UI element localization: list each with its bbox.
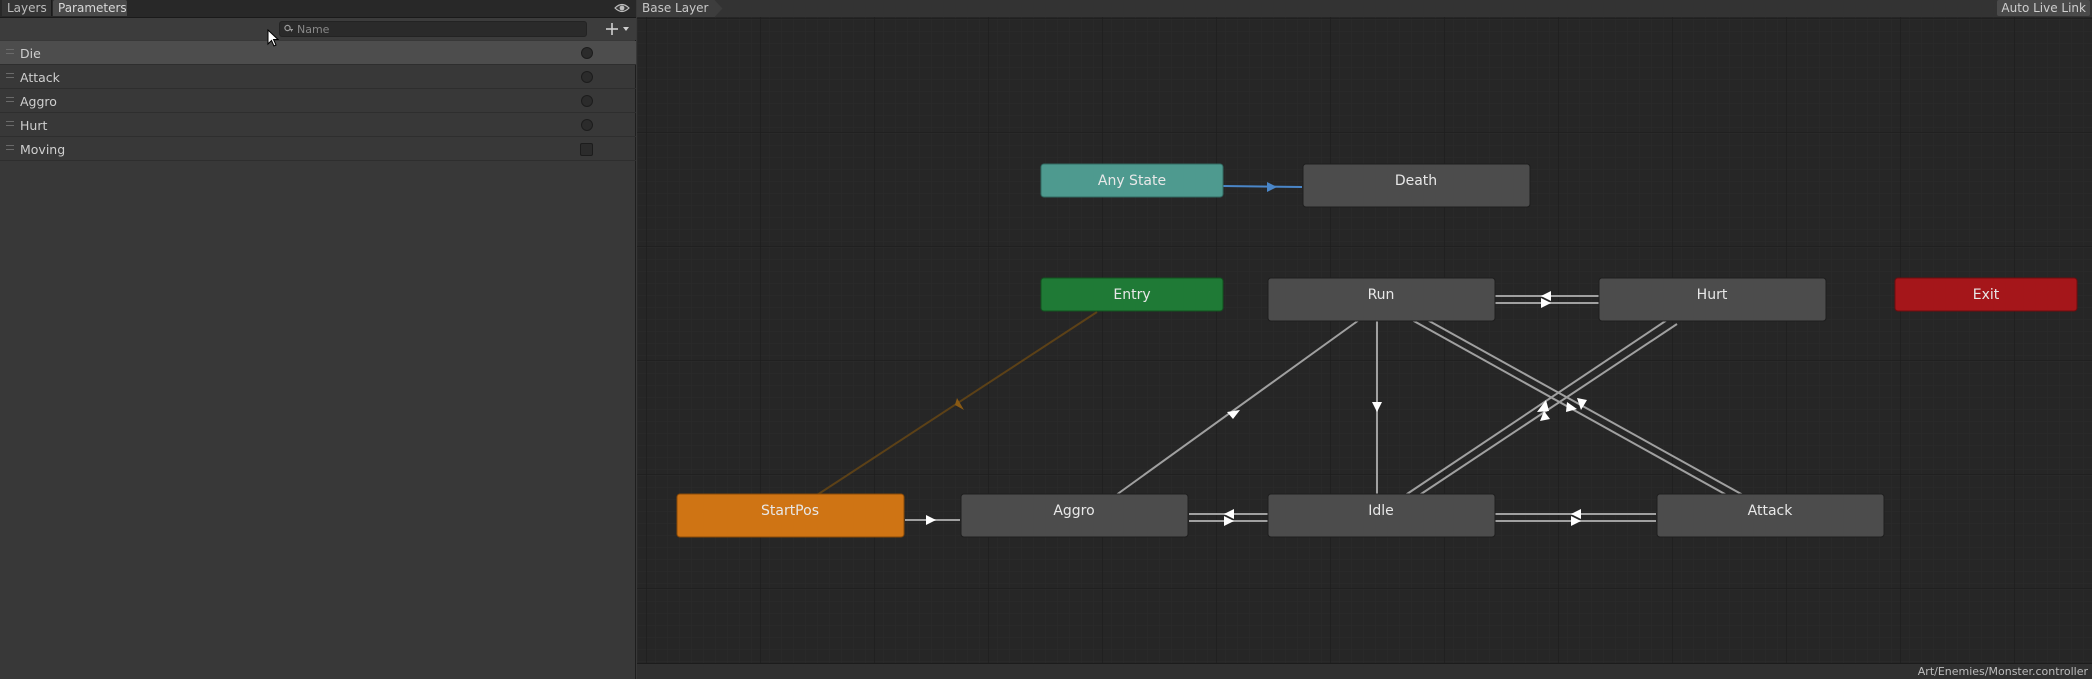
parameter-row-die[interactable]: Die <box>0 41 636 65</box>
trigger-toggle[interactable] <box>581 95 593 107</box>
auto-live-link-button[interactable]: Auto Live Link <box>1997 0 2090 16</box>
parameter-row-hurt[interactable]: Hurt <box>0 113 636 137</box>
state-label: Run <box>1368 287 1395 303</box>
parameter-toolbar <box>0 18 636 40</box>
parameter-list: Die Attack Aggro Hurt Moving <box>0 41 636 161</box>
state-death[interactable]: Death <box>1302 163 1531 208</box>
tab-layers[interactable]: Layers <box>2 0 52 16</box>
breadcrumb[interactable]: Base Layer <box>637 0 723 17</box>
state-aggro[interactable]: Aggro <box>960 493 1189 538</box>
parameter-name[interactable]: Attack <box>20 70 60 85</box>
parameter-row-moving[interactable]: Moving <box>0 137 636 161</box>
eye-icon[interactable] <box>614 1 630 15</box>
tab-parameters[interactable]: Parameters <box>53 0 127 16</box>
state-label: Attack <box>1748 503 1794 519</box>
state-hurt[interactable]: Hurt <box>1598 277 1827 322</box>
parameter-name[interactable]: Hurt <box>20 118 47 133</box>
state-run[interactable]: Run <box>1267 277 1496 322</box>
parameter-name[interactable]: Die <box>20 46 41 61</box>
state-label: Hurt <box>1697 287 1728 303</box>
state-label: Idle <box>1368 503 1394 519</box>
drag-handle-icon[interactable] <box>6 73 14 78</box>
parameter-name[interactable]: Aggro <box>20 94 57 109</box>
state-machine-canvas[interactable]: Any State Death Entry Run Hurt Exit Star… <box>637 17 2092 663</box>
asset-path: Art/Enemies/Monster.controller <box>1917 665 2088 678</box>
trigger-toggle[interactable] <box>581 119 593 131</box>
state-label: StartPos <box>761 503 819 519</box>
state-label: Exit <box>1973 287 2000 303</box>
panel-tab-strip: Layers Parameters <box>0 0 636 18</box>
mouse-cursor-icon <box>267 29 279 47</box>
graph-header: Base Layer Auto Live Link <box>637 0 2092 18</box>
parameter-row-attack[interactable]: Attack <box>0 65 636 89</box>
drag-handle-icon[interactable] <box>6 49 14 54</box>
state-label: Aggro <box>1053 503 1094 519</box>
parameter-name[interactable]: Moving <box>20 142 65 157</box>
parameters-panel: Layers Parameters Die A <box>0 0 636 679</box>
state-exit[interactable]: Exit <box>1894 277 2078 312</box>
bool-checkbox[interactable] <box>580 143 593 156</box>
search-icon <box>284 24 293 32</box>
state-any-state[interactable]: Any State <box>1040 163 1224 198</box>
graph-footer: Art/Enemies/Monster.controller <box>637 663 2092 679</box>
search-field[interactable] <box>279 21 587 37</box>
search-input[interactable] <box>297 22 582 36</box>
state-entry[interactable]: Entry <box>1040 277 1224 312</box>
state-label: Death <box>1395 173 1437 189</box>
state-idle[interactable]: Idle <box>1267 493 1496 538</box>
state-startpos[interactable]: StartPos <box>676 493 905 538</box>
add-parameter-button[interactable] <box>604 21 632 37</box>
parameter-row-aggro[interactable]: Aggro <box>0 89 636 113</box>
state-label: Any State <box>1098 173 1166 189</box>
trigger-toggle[interactable] <box>581 71 593 83</box>
transition-anystate-death[interactable] <box>1221 185 1303 188</box>
drag-handle-icon[interactable] <box>6 145 14 150</box>
state-label: Entry <box>1113 287 1150 303</box>
drag-handle-icon[interactable] <box>6 97 14 102</box>
state-attack[interactable]: Attack <box>1656 493 1885 538</box>
animator-graph[interactable]: Base Layer Auto Live Link Any State Deat… <box>637 0 2092 679</box>
drag-handle-icon[interactable] <box>6 121 14 126</box>
trigger-toggle[interactable] <box>581 47 593 59</box>
